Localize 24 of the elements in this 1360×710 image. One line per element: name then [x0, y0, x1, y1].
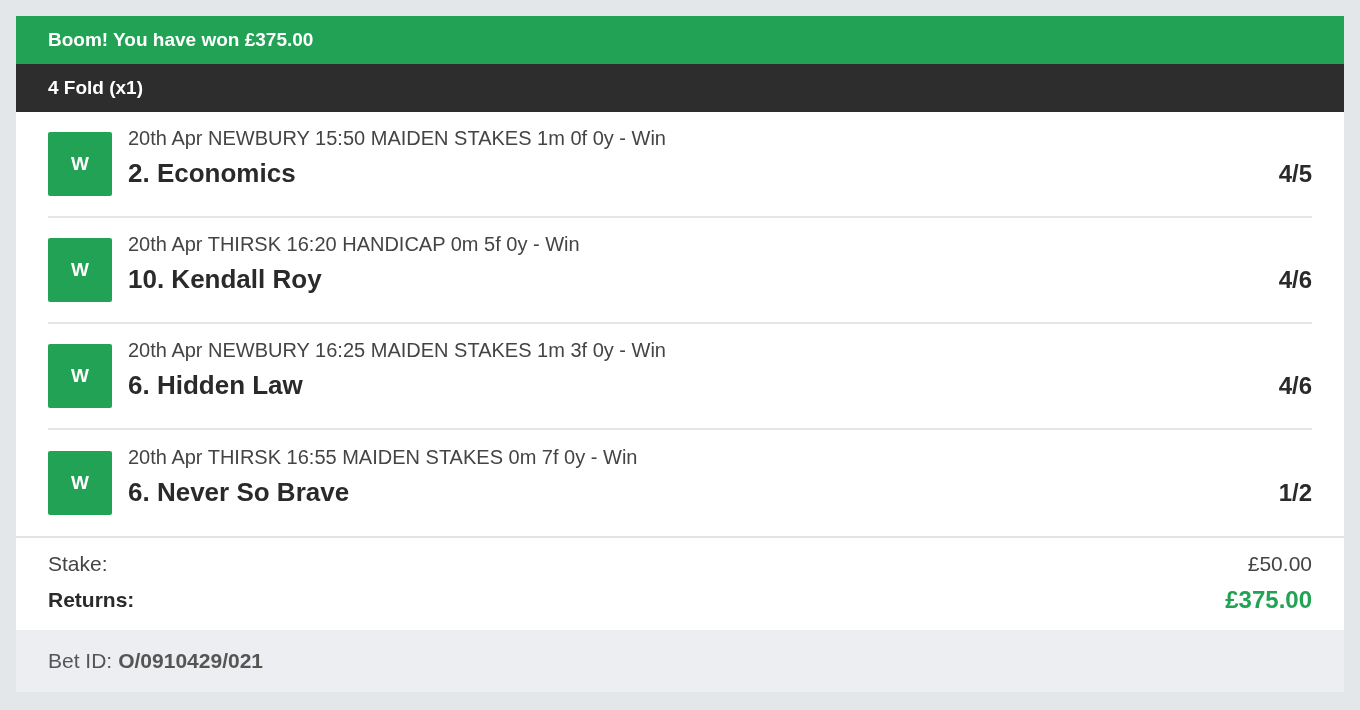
- returns-value: £375.00: [1225, 586, 1312, 614]
- race-details: 20th Apr NEWBURY 16:25 MAIDEN STAKES 1m 3f 0y - Win: [128, 339, 667, 362]
- odds: 4/5: [1278, 160, 1312, 188]
- selection-name: 10. Kendall Roy: [128, 264, 322, 295]
- race-details: 20th Apr THIRSK 16:55 MAIDEN STAKES 0m 7f 0y - Win: [128, 446, 639, 469]
- race-details: 20th Apr NEWBURY 15:50 MAIDEN STAKES 1m 0f 0y - Win: [128, 127, 667, 150]
- returns-label: Returns:: [48, 588, 135, 612]
- bet-type-header: 4 Fold (x1): [16, 64, 1344, 112]
- stake-label: Stake:: [48, 552, 108, 576]
- odds: 1/2: [1278, 479, 1312, 507]
- selection-name: 6. Hidden Law: [128, 370, 303, 401]
- odds: 4/6: [1278, 372, 1312, 400]
- result-badge: W: [48, 132, 112, 196]
- result-badge: W: [48, 238, 112, 302]
- result-badge: W: [48, 344, 112, 408]
- selection-name: 2. Economics: [128, 158, 296, 189]
- race-details: 20th Apr THIRSK 16:20 HANDICAP 0m 5f 0y - Win: [128, 233, 581, 256]
- bet-id-label: Bet ID:: [48, 649, 113, 673]
- stake-value: £50.00: [1247, 552, 1312, 576]
- bet-id: O/0910429/021: [118, 649, 263, 673]
- selection-name: 6. Never So Brave: [128, 477, 350, 508]
- win-banner: Boom! You have won £375.00: [16, 16, 1344, 64]
- result-badge: W: [48, 451, 112, 515]
- odds: 4/6: [1278, 266, 1312, 294]
